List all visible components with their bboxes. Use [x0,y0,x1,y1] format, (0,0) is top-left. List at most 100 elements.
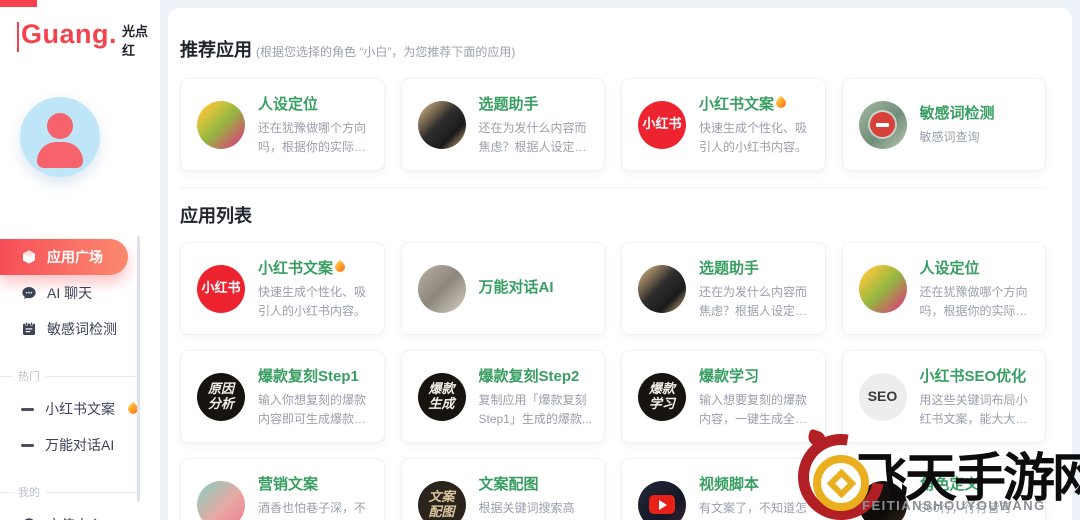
section-title: 推荐应用 [180,40,252,60]
app-card[interactable]: 角色定义 360行，行行皆可播... [841,458,1046,520]
app-card-title: 小红书文案 [699,95,775,113]
xiaohongshu-badge-icon: 小红书 [197,264,245,313]
section-label-mine: 我的 [0,485,160,499]
hit-learn-badge-icon: 爆款 学习 [638,372,686,421]
app-card[interactable]: 原因 分析 爆款复刻Step1 输入你想复刻的爆款内容即可生成爆款原因... [180,350,385,443]
sidebar-item-label: 充值中心 [47,515,103,520]
app-card-title: 营销文案 [258,475,319,493]
app-list-section: 应用列表 小红书 小红书文案 快速生成个性化、吸引人的小红书内容。 万能对话AI… [180,187,1046,520]
no-entry-sign-icon [870,112,895,137]
person-photo-icon [197,100,245,149]
app-card[interactable]: 选题助手 还在为发什么内容而焦虑？根据人设定位，... [621,242,826,335]
chat-icon [22,287,36,299]
clipboard-icon [23,322,35,335]
app-card[interactable]: 敏感词检测 敏感词查询 [841,78,1046,171]
app-card[interactable]: 人设定位 还在犹豫做哪个方向吗，根据你的实际情... [841,242,1046,335]
app-card-title: 文案配图 [478,475,539,493]
youtube-icon [638,480,686,520]
person-photo-icon [858,264,907,313]
app-card-description: 快速生成个性化、吸引人的小红书内容。 [258,284,367,318]
user-avatar[interactable] [20,97,100,177]
app-card-title: 视频脚本 [699,475,760,493]
reason-analysis-badge-icon: 原因 分析 [197,372,245,421]
app-card-description: 复制应用「爆款复刻Step1」生成的爆款... [478,392,592,426]
app-card-title: 选题助手 [699,259,760,277]
cube-icon [23,250,35,264]
app-card-title: 小红书文案 [258,259,334,277]
copy-image-badge-icon: 文案 配图 [417,480,466,520]
app-card[interactable]: 小红书 小红书文案 快速生成个性化、吸引人的小红书内容。 [621,78,826,171]
sidebar-item-universal-chat-ai[interactable]: 万能对话AI [0,427,160,463]
sidebar-item-recharge-center[interactable]: 充值中心 [0,507,160,520]
app-card[interactable]: 万能对话AI [400,242,605,335]
main-panel: 推荐应用 (根据您选择的角色 “小白”，为您推荐下面的应用) 人设定位 还在犹豫… [168,8,1072,520]
app-card[interactable]: 营销文案 酒香也怕巷子深，不管直播还是视频带货... [180,458,385,520]
seo-badge-icon: SEO [858,372,907,421]
app-card[interactable]: 爆款 生成 爆款复刻Step2 复制应用「爆款复刻Step1」生成的爆款... [400,350,605,443]
brand-logo: Guang. 光点红 [17,19,160,59]
sidebar-menu: 应用广场 AI 聊天 敏感词检测 热门 小红书文案 万能对话AI 我的 [0,239,160,520]
app-card-description: 还在犹豫做哪个方向吗，根据你的实际情... [258,120,367,154]
avatar-person-icon [37,142,83,168]
app-card-title: 爆款学习 [699,367,760,385]
recommended-section-header: 推荐应用 (根据您选择的角色 “小白”，为您推荐下面的应用) [180,36,1046,62]
app-card-title: 人设定位 [258,95,319,113]
sidebar: Guang. 光点红 应用广场 AI 聊天 敏感词检测 热门 小红书文案 万能对… [0,0,160,520]
flame-icon [332,260,348,275]
app-card-description: 快速生成个性化、吸引人的小红书内容。 [699,120,808,154]
app-card-title: 爆款复刻Step1 [258,367,359,385]
app-card-title: 选题助手 [478,95,539,113]
sidebar-item-label: AI 聊天 [47,285,93,301]
app-card[interactable]: 视频脚本 有文案了，不知道怎么拍？手把手教你角度... [621,458,826,520]
app-list-section-header: 应用列表 [180,202,1046,228]
no-entry-photo-icon [858,100,907,149]
flame-icon [773,96,789,111]
sidebar-item-label: 小红书文案 [45,401,115,417]
app-card-description: 还在为发什么内容而焦虑？根据人设定位，... [699,284,808,318]
sidebar-item-sensitive-words[interactable]: 敏感词检测 [0,311,160,347]
sidebar-scrollbar[interactable] [137,236,140,502]
recommended-app-grid: 人设定位 还在犹豫做哪个方向吗，根据你的实际情... 选题助手 还在为发什么内容… [180,78,1046,171]
app-card-title: 人设定位 [919,259,980,277]
sidebar-item-label: 万能对话AI [45,437,115,453]
app-card[interactable]: SEO 小红书SEO优化 用这些关键词布局小红书文案，能大大提升... [841,350,1046,443]
app-list-grid: 小红书 小红书文案 快速生成个性化、吸引人的小红书内容。 万能对话AI 选题助手… [180,242,1046,520]
top-accent-bar [0,0,37,7]
hit-generate-badge-icon: 爆款 生成 [417,372,466,421]
sidebar-item-xiaohongshu-copy[interactable]: 小红书文案 [0,391,160,427]
sidebar-item-ai-chat[interactable]: AI 聊天 [0,275,160,311]
app-card-title: 敏感词检测 [919,105,995,123]
section-title: 应用列表 [180,206,252,226]
app-card-title: 小红书SEO优化 [919,367,1027,385]
sidebar-item-label: 敏感词检测 [47,321,117,337]
app-card-description: 用这些关键词布局小红书文案，能大大提升... [919,392,1028,426]
logo-text: Guang. [20,19,117,49]
section-label-hot: 热门 [0,369,160,383]
logo-suffix: 光点红 [121,24,148,58]
sidebar-item-app-plaza[interactable]: 应用广场 [0,239,128,275]
app-card[interactable]: 小红书 小红书文案 快速生成个性化、吸引人的小红书内容。 [180,242,385,335]
app-card[interactable]: 爆款 学习 爆款学习 输入想要复刻的爆款内容，一键生成全新的... [621,350,826,443]
dash-icon [21,407,34,411]
sidebar-item-label: 应用广场 [47,249,103,265]
app-card-description: 输入你想复刻的爆款内容即可生成爆款原因... [258,392,367,426]
app-card[interactable]: 文案 配图 文案配图 根据关键词搜索高清、精准图片... [400,458,605,520]
app-card-description: 酒香也怕巷子深，不管直播还是视频带货... [258,500,367,520]
app-card-description: 还在犹豫做哪个方向吗，根据你的实际情... [919,284,1028,318]
desk-photo-icon [417,264,466,313]
logo-caret [17,22,19,52]
dark-photo-icon [858,480,907,520]
avatar-person-icon [47,113,73,139]
app-card-description: 还在为发什么内容而焦虑？根据人设定位，... [478,120,587,154]
app-card-description: 根据关键词搜索高清、精准图片... [478,500,575,520]
app-card-title: 爆款复刻Step2 [478,367,580,385]
app-card-description: 输入想要复刻的爆款内容，一键生成全新的... [699,392,808,426]
tablet-photo-icon [417,100,466,149]
xiaohongshu-badge-icon: 小红书 [638,100,686,149]
app-card-description: 敏感词查询 [919,130,980,145]
app-card-title: 万能对话AI [478,278,554,296]
app-card[interactable]: 选题助手 还在为发什么内容而焦虑？根据人设定位，... [400,78,605,171]
app-card[interactable]: 人设定位 还在犹豫做哪个方向吗，根据你的实际情... [180,78,385,171]
section-note: (根据您选择的角色 “小白”，为您推荐下面的应用) [256,45,516,59]
app-card-description: 有文案了，不知道怎么拍？手把手教你角度... [699,500,808,520]
